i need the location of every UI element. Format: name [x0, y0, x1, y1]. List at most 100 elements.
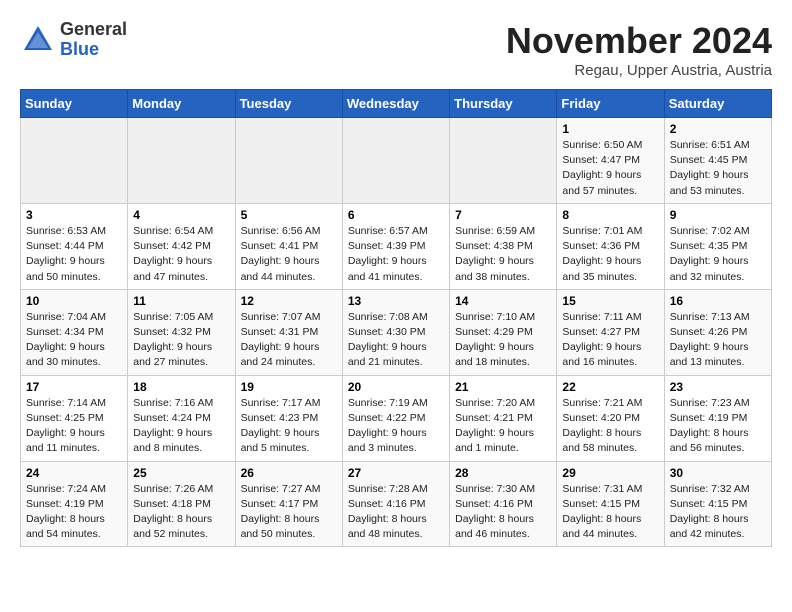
day-number: 9 — [670, 208, 766, 222]
day-number: 11 — [133, 294, 229, 308]
day-detail: Sunrise: 7:08 AM Sunset: 4:30 PM Dayligh… — [348, 310, 444, 371]
day-cell: 8 Sunrise: 7:01 AM Sunset: 4:36 PM Daylig… — [557, 203, 664, 289]
day-number: 19 — [241, 380, 337, 394]
day-detail: Sunrise: 7:30 AM Sunset: 4:16 PM Dayligh… — [455, 482, 551, 543]
calendar-header: SundayMondayTuesdayWednesdayThursdayFrid… — [21, 90, 772, 118]
day-cell: 16 Sunrise: 7:13 AM Sunset: 4:26 PM Dayli… — [664, 289, 771, 375]
day-cell: 11 Sunrise: 7:05 AM Sunset: 4:32 PM Dayli… — [128, 289, 235, 375]
day-detail: Sunrise: 7:23 AM Sunset: 4:19 PM Dayligh… — [670, 396, 766, 457]
day-cell: 9 Sunrise: 7:02 AM Sunset: 4:35 PM Daylig… — [664, 203, 771, 289]
day-number: 16 — [670, 294, 766, 308]
day-number: 24 — [26, 466, 122, 480]
day-number: 30 — [670, 466, 766, 480]
header-cell-tuesday: Tuesday — [235, 90, 342, 118]
day-cell: 2 Sunrise: 6:51 AM Sunset: 4:45 PM Daylig… — [664, 118, 771, 204]
day-number: 25 — [133, 466, 229, 480]
header-row: SundayMondayTuesdayWednesdayThursdayFrid… — [21, 90, 772, 118]
logo-blue: Blue — [60, 40, 127, 60]
day-cell — [450, 118, 557, 204]
day-cell: 27 Sunrise: 7:28 AM Sunset: 4:16 PM Dayli… — [342, 461, 449, 547]
day-cell: 12 Sunrise: 7:07 AM Sunset: 4:31 PM Dayli… — [235, 289, 342, 375]
day-number: 23 — [670, 380, 766, 394]
day-number: 6 — [348, 208, 444, 222]
day-detail: Sunrise: 7:04 AM Sunset: 4:34 PM Dayligh… — [26, 310, 122, 371]
day-detail: Sunrise: 7:19 AM Sunset: 4:22 PM Dayligh… — [348, 396, 444, 457]
day-number: 4 — [133, 208, 229, 222]
day-cell: 26 Sunrise: 7:27 AM Sunset: 4:17 PM Dayli… — [235, 461, 342, 547]
day-cell: 25 Sunrise: 7:26 AM Sunset: 4:18 PM Dayli… — [128, 461, 235, 547]
day-cell — [21, 118, 128, 204]
day-number: 7 — [455, 208, 551, 222]
day-detail: Sunrise: 7:28 AM Sunset: 4:16 PM Dayligh… — [348, 482, 444, 543]
day-number: 13 — [348, 294, 444, 308]
header-cell-saturday: Saturday — [664, 90, 771, 118]
day-detail: Sunrise: 6:51 AM Sunset: 4:45 PM Dayligh… — [670, 138, 766, 199]
day-detail: Sunrise: 7:13 AM Sunset: 4:26 PM Dayligh… — [670, 310, 766, 371]
day-cell: 6 Sunrise: 6:57 AM Sunset: 4:39 PM Daylig… — [342, 203, 449, 289]
day-cell: 10Sunrise: 7:04 AM Sunset: 4:34 PM Dayli… — [21, 289, 128, 375]
day-number: 27 — [348, 466, 444, 480]
logo-icon — [20, 22, 56, 58]
day-detail: Sunrise: 6:56 AM Sunset: 4:41 PM Dayligh… — [241, 224, 337, 285]
header: General Blue November 2024 Regau, Upper … — [20, 20, 772, 79]
day-detail: Sunrise: 7:26 AM Sunset: 4:18 PM Dayligh… — [133, 482, 229, 543]
month-title: November 2024 — [506, 20, 772, 62]
day-detail: Sunrise: 7:01 AM Sunset: 4:36 PM Dayligh… — [562, 224, 658, 285]
day-cell: 30Sunrise: 7:32 AM Sunset: 4:15 PM Dayli… — [664, 461, 771, 547]
day-cell: 17 Sunrise: 7:14 AM Sunset: 4:25 PM Dayli… — [21, 375, 128, 461]
title-area: November 2024 Regau, Upper Austria, Aust… — [506, 20, 772, 79]
day-detail: Sunrise: 7:07 AM Sunset: 4:31 PM Dayligh… — [241, 310, 337, 371]
day-detail: Sunrise: 7:10 AM Sunset: 4:29 PM Dayligh… — [455, 310, 551, 371]
day-cell: 15Sunrise: 7:11 AM Sunset: 4:27 PM Dayli… — [557, 289, 664, 375]
day-detail: Sunrise: 7:27 AM Sunset: 4:17 PM Dayligh… — [241, 482, 337, 543]
day-detail: Sunrise: 6:59 AM Sunset: 4:38 PM Dayligh… — [455, 224, 551, 285]
day-detail: Sunrise: 7:24 AM Sunset: 4:19 PM Dayligh… — [26, 482, 122, 543]
week-row-3: 10Sunrise: 7:04 AM Sunset: 4:34 PM Dayli… — [21, 289, 772, 375]
day-number: 28 — [455, 466, 551, 480]
day-cell: 23 Sunrise: 7:23 AM Sunset: 4:19 PM Dayli… — [664, 375, 771, 461]
calendar-body: 1Sunrise: 6:50 AM Sunset: 4:47 PM Daylig… — [21, 118, 772, 547]
header-cell-sunday: Sunday — [21, 90, 128, 118]
day-cell: 20 Sunrise: 7:19 AM Sunset: 4:22 PM Dayli… — [342, 375, 449, 461]
header-cell-monday: Monday — [128, 90, 235, 118]
day-cell: 1Sunrise: 6:50 AM Sunset: 4:47 PM Daylig… — [557, 118, 664, 204]
week-row-1: 1Sunrise: 6:50 AM Sunset: 4:47 PM Daylig… — [21, 118, 772, 204]
calendar-table: SundayMondayTuesdayWednesdayThursdayFrid… — [20, 89, 772, 547]
day-cell — [235, 118, 342, 204]
day-detail: Sunrise: 6:54 AM Sunset: 4:42 PM Dayligh… — [133, 224, 229, 285]
header-cell-thursday: Thursday — [450, 90, 557, 118]
day-cell: 4 Sunrise: 6:54 AM Sunset: 4:42 PM Daylig… — [128, 203, 235, 289]
day-cell: 18 Sunrise: 7:16 AM Sunset: 4:24 PM Dayli… — [128, 375, 235, 461]
day-cell: 29Sunrise: 7:31 AM Sunset: 4:15 PM Dayli… — [557, 461, 664, 547]
day-cell: 22Sunrise: 7:21 AM Sunset: 4:20 PM Dayli… — [557, 375, 664, 461]
day-number: 15 — [562, 294, 658, 308]
day-detail: Sunrise: 7:02 AM Sunset: 4:35 PM Dayligh… — [670, 224, 766, 285]
week-row-5: 24 Sunrise: 7:24 AM Sunset: 4:19 PM Dayli… — [21, 461, 772, 547]
location-subtitle: Regau, Upper Austria, Austria — [506, 62, 772, 79]
week-row-4: 17 Sunrise: 7:14 AM Sunset: 4:25 PM Dayli… — [21, 375, 772, 461]
day-cell: 3Sunrise: 6:53 AM Sunset: 4:44 PM Daylig… — [21, 203, 128, 289]
day-cell: 5Sunrise: 6:56 AM Sunset: 4:41 PM Daylig… — [235, 203, 342, 289]
day-detail: Sunrise: 6:57 AM Sunset: 4:39 PM Dayligh… — [348, 224, 444, 285]
day-detail: Sunrise: 7:14 AM Sunset: 4:25 PM Dayligh… — [26, 396, 122, 457]
day-number: 17 — [26, 380, 122, 394]
day-number: 8 — [562, 208, 658, 222]
header-cell-friday: Friday — [557, 90, 664, 118]
day-detail: Sunrise: 7:05 AM Sunset: 4:32 PM Dayligh… — [133, 310, 229, 371]
day-cell — [128, 118, 235, 204]
day-cell: 13 Sunrise: 7:08 AM Sunset: 4:30 PM Dayli… — [342, 289, 449, 375]
day-number: 26 — [241, 466, 337, 480]
day-cell: 7 Sunrise: 6:59 AM Sunset: 4:38 PM Daylig… — [450, 203, 557, 289]
day-cell: 14Sunrise: 7:10 AM Sunset: 4:29 PM Dayli… — [450, 289, 557, 375]
day-number: 12 — [241, 294, 337, 308]
day-detail: Sunrise: 7:16 AM Sunset: 4:24 PM Dayligh… — [133, 396, 229, 457]
logo: General Blue — [20, 20, 127, 60]
day-cell — [342, 118, 449, 204]
day-number: 18 — [133, 380, 229, 394]
day-number: 29 — [562, 466, 658, 480]
day-number: 2 — [670, 122, 766, 136]
day-number: 20 — [348, 380, 444, 394]
logo-general: General — [60, 20, 127, 40]
day-cell: 19Sunrise: 7:17 AM Sunset: 4:23 PM Dayli… — [235, 375, 342, 461]
day-number: 3 — [26, 208, 122, 222]
